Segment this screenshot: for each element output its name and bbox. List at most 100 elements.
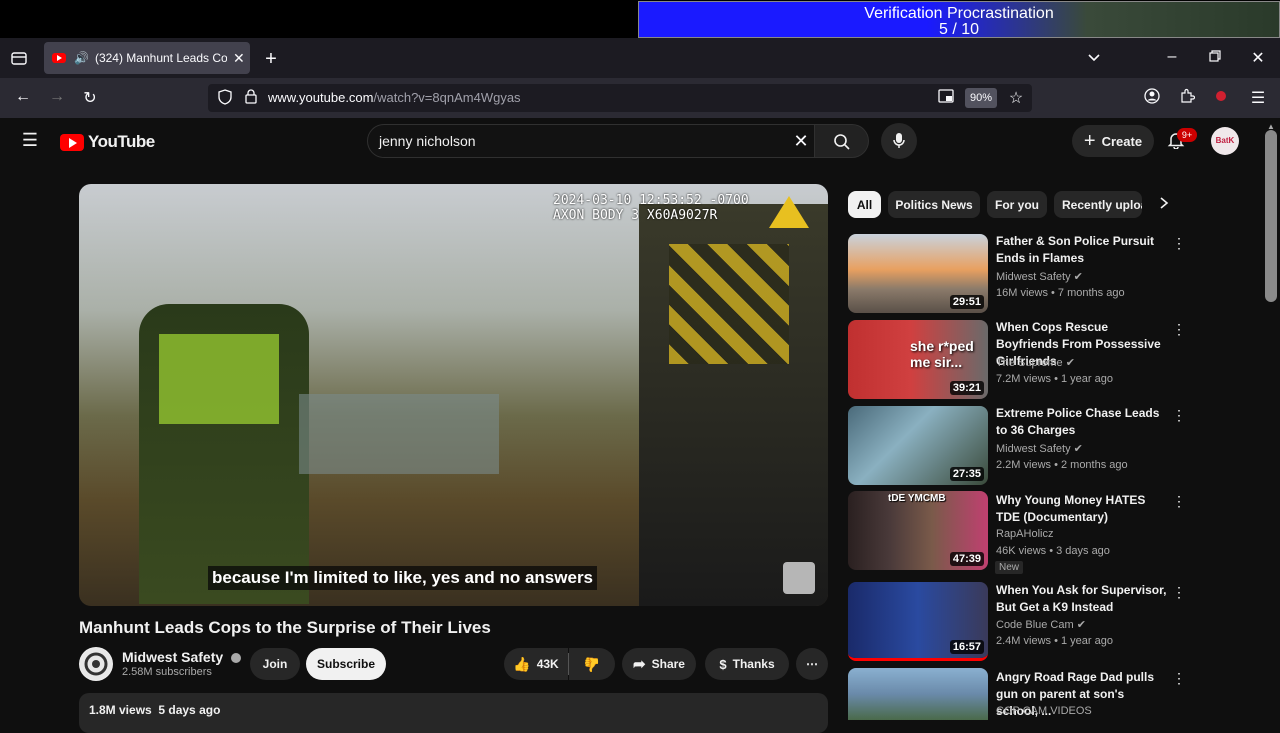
microphone-icon bbox=[893, 133, 905, 148]
more-vertical-icon[interactable]: ⋮ bbox=[1172, 670, 1186, 687]
related-channel-text: Midwest Safety bbox=[996, 443, 1071, 455]
related-channel-text: Midwest Safety bbox=[996, 271, 1071, 283]
plus-icon: + bbox=[1083, 130, 1096, 152]
youtube-favicon-icon bbox=[52, 53, 66, 63]
related-meta: 16M views • 7 months ago bbox=[996, 287, 1125, 299]
share-icon: ➦ bbox=[633, 656, 646, 673]
related-meta: 2.4M views • 1 year ago bbox=[996, 635, 1113, 647]
join-button[interactable]: Join bbox=[250, 648, 300, 680]
more-vertical-icon[interactable]: ⋮ bbox=[1172, 584, 1186, 601]
like-button[interactable]: 👍 43K bbox=[504, 648, 568, 680]
more-actions-button[interactable]: ⋯ bbox=[796, 648, 828, 680]
chips-next-icon[interactable] bbox=[1156, 196, 1172, 213]
forward-icon[interactable]: → bbox=[47, 88, 67, 106]
page-scrollbar[interactable] bbox=[1265, 130, 1277, 302]
more-horizontal-icon: ⋯ bbox=[806, 657, 818, 671]
user-avatar[interactable]: BatK bbox=[1211, 127, 1239, 155]
restore-icon[interactable] bbox=[1207, 49, 1223, 67]
related-thumbnail[interactable]: 29:51 bbox=[848, 234, 988, 313]
video-frame-river bbox=[299, 394, 499, 474]
related-channel[interactable]: The Supreme ✔ bbox=[996, 356, 1075, 369]
more-vertical-icon[interactable]: ⋮ bbox=[1172, 321, 1186, 338]
thumbs-up-icon: 👍 bbox=[513, 655, 531, 672]
tab-close-icon[interactable]: ✕ bbox=[233, 50, 245, 67]
related-channel[interactable]: RapAHolicz bbox=[996, 528, 1053, 540]
bookmark-star-icon[interactable]: ☆ bbox=[1007, 88, 1025, 108]
speaker-icon[interactable]: 🔊 bbox=[74, 51, 89, 65]
related-thumbnail[interactable]: 27:35 bbox=[848, 406, 988, 485]
like-count: 43K bbox=[536, 657, 559, 671]
tab-list-icon[interactable] bbox=[10, 49, 28, 67]
chip-recently-uploaded[interactable]: Recently uploaded bbox=[1054, 191, 1142, 218]
thanks-icon: $ bbox=[719, 656, 727, 672]
extensions-icon[interactable] bbox=[1178, 88, 1196, 109]
related-meta: 46K views • 3 days ago bbox=[996, 545, 1110, 557]
thanks-button[interactable]: $ Thanks bbox=[705, 648, 789, 680]
scroll-up-icon[interactable]: ▲ bbox=[1267, 122, 1275, 131]
back-icon[interactable]: ← bbox=[13, 88, 33, 106]
related-channel[interactable]: Code Blue Cam ✔ bbox=[996, 618, 1086, 631]
search-input[interactable]: jenny nicholson bbox=[379, 124, 476, 158]
url-path: /watch?v=8qnAm4Wgyas bbox=[373, 90, 521, 105]
url-text[interactable]: www.youtube.com/watch?v=8qnAm4Wgyas bbox=[268, 84, 521, 112]
tab-youtube[interactable]: 🔊 (324) Manhunt Leads Cops ✕ bbox=[44, 42, 250, 74]
chip-politics-news[interactable]: Politics News bbox=[888, 191, 980, 218]
verified-icon: ✔ bbox=[1073, 443, 1083, 455]
duration-badge: 16:57 bbox=[949, 640, 984, 654]
create-button[interactable]: + Create bbox=[1072, 125, 1154, 157]
search-button[interactable] bbox=[815, 124, 869, 158]
new-tab-icon[interactable]: + bbox=[262, 48, 280, 71]
extension-badge-icon[interactable] bbox=[1216, 91, 1226, 101]
create-label: Create bbox=[1101, 133, 1143, 149]
related-title[interactable]: Father & Son Police Pursuit Ends in Flam… bbox=[996, 233, 1168, 267]
overlay-progress: 5 / 10 bbox=[938, 21, 980, 38]
more-vertical-icon[interactable]: ⋮ bbox=[1172, 235, 1186, 252]
picture-in-picture-icon[interactable] bbox=[937, 89, 955, 108]
thumbnail-image bbox=[848, 668, 988, 720]
related-title[interactable]: Extreme Police Chase Leads to 36 Charges bbox=[996, 405, 1168, 439]
voice-search-button[interactable] bbox=[881, 123, 917, 159]
related-title[interactable]: Why Young Money HATES TDE (Documentary) bbox=[996, 492, 1168, 526]
related-title[interactable]: When You Ask for Supervisor, But Get a K… bbox=[996, 582, 1168, 616]
channel-avatar[interactable] bbox=[79, 647, 113, 681]
related-meta: 2.2M views • 2 months ago bbox=[996, 459, 1128, 471]
chip-for-you[interactable]: For you bbox=[987, 191, 1047, 218]
minimize-icon[interactable]: – bbox=[1164, 48, 1180, 66]
video-player[interactable] bbox=[79, 184, 828, 606]
zoom-level[interactable]: 90% bbox=[965, 88, 997, 108]
lock-icon[interactable] bbox=[243, 89, 259, 109]
chip-all[interactable]: All bbox=[848, 191, 881, 218]
related-channel[interactable]: COP CAM VIDEOS bbox=[996, 705, 1092, 717]
list-all-tabs-icon[interactable] bbox=[1086, 50, 1102, 68]
video-caption: because I'm limited to like, yes and no … bbox=[208, 566, 598, 590]
duration-badge: 47:39 bbox=[949, 552, 984, 566]
related-thumbnail[interactable] bbox=[848, 668, 988, 720]
related-thumbnail[interactable]: 16:57 bbox=[848, 582, 988, 661]
close-window-icon[interactable]: ✕ bbox=[1250, 48, 1266, 68]
thumbs-down-icon: 👍 bbox=[583, 656, 601, 673]
clear-search-icon[interactable]: ✕ bbox=[792, 131, 810, 152]
related-channel[interactable]: Midwest Safety ✔ bbox=[996, 442, 1083, 455]
duration-badge: 39:21 bbox=[949, 381, 984, 395]
more-vertical-icon[interactable]: ⋮ bbox=[1172, 407, 1186, 424]
bodycam-timestamp: 2024-03-10 12:53:52 -0700 AXON BODY 3 X6… bbox=[553, 193, 749, 223]
app-menu-icon[interactable]: ☰ bbox=[1249, 88, 1267, 108]
youtube-logo-icon bbox=[60, 133, 84, 151]
subscribe-button[interactable]: Subscribe bbox=[306, 648, 386, 680]
related-thumbnail[interactable]: she r*ped me sir... 39:21 bbox=[848, 320, 988, 399]
verified-icon: ✔ bbox=[1065, 357, 1075, 369]
reload-icon[interactable]: ↻ bbox=[80, 88, 100, 108]
youtube-logo[interactable]: YouTube bbox=[60, 132, 155, 152]
related-channel[interactable]: Midwest Safety ✔ bbox=[996, 270, 1083, 283]
video-title: Manhunt Leads Cops to the Surprise of Th… bbox=[79, 618, 491, 637]
more-vertical-icon[interactable]: ⋮ bbox=[1172, 493, 1186, 510]
youtube-logo-text: YouTube bbox=[88, 132, 155, 151]
channel-name[interactable]: Midwest Safety bbox=[122, 649, 242, 665]
dislike-button[interactable]: 👍 bbox=[569, 648, 615, 680]
overlay-title: Verification Procrastination bbox=[864, 5, 1054, 22]
yt-menu-icon[interactable]: ☰ bbox=[20, 130, 40, 151]
account-icon[interactable] bbox=[1143, 88, 1161, 109]
shield-icon[interactable] bbox=[217, 89, 233, 110]
share-button[interactable]: ➦ Share bbox=[622, 648, 696, 680]
related-thumbnail[interactable]: tDE YMCMB 47:39 bbox=[848, 491, 988, 570]
